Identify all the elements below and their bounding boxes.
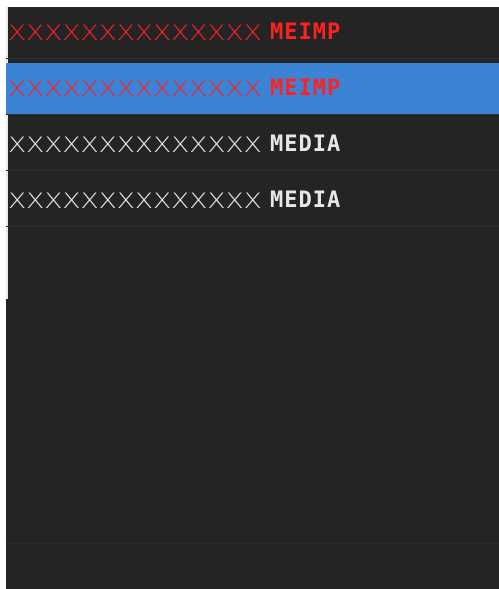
list-item-name: XXXXXXXXXXXXXX: [8, 188, 262, 213]
list-item[interactable]: XXXXXXXXXXXXXX MEIMP: [6, 7, 499, 59]
list-item-tag: MEDIA: [270, 132, 342, 157]
list-item-name: XXXXXXXXXXXXXX: [8, 20, 262, 45]
file-list-panel: XXXXXXXXXXXXXX MEIMP XXXXXXXXXXXXXX MEIM…: [6, 7, 499, 589]
divider: [6, 543, 499, 544]
list-item-name: XXXXXXXXXXXXXX: [8, 76, 262, 101]
list-item-tag: MEDIA: [270, 188, 342, 213]
list-item[interactable]: XXXXXXXXXXXXXX MEDIA: [6, 119, 499, 171]
list-item-tag: MEIMP: [270, 76, 342, 101]
list-item[interactable]: XXXXXXXXXXXXXX MEDIA: [6, 175, 499, 227]
list-item-selected[interactable]: XXXXXXXXXXXXXX MEIMP: [6, 63, 499, 115]
file-list: XXXXXXXXXXXXXX MEIMP XXXXXXXXXXXXXX MEIM…: [6, 7, 499, 231]
list-item-name: XXXXXXXXXXXXXX: [8, 132, 262, 157]
list-item-tag: MEIMP: [270, 20, 342, 45]
